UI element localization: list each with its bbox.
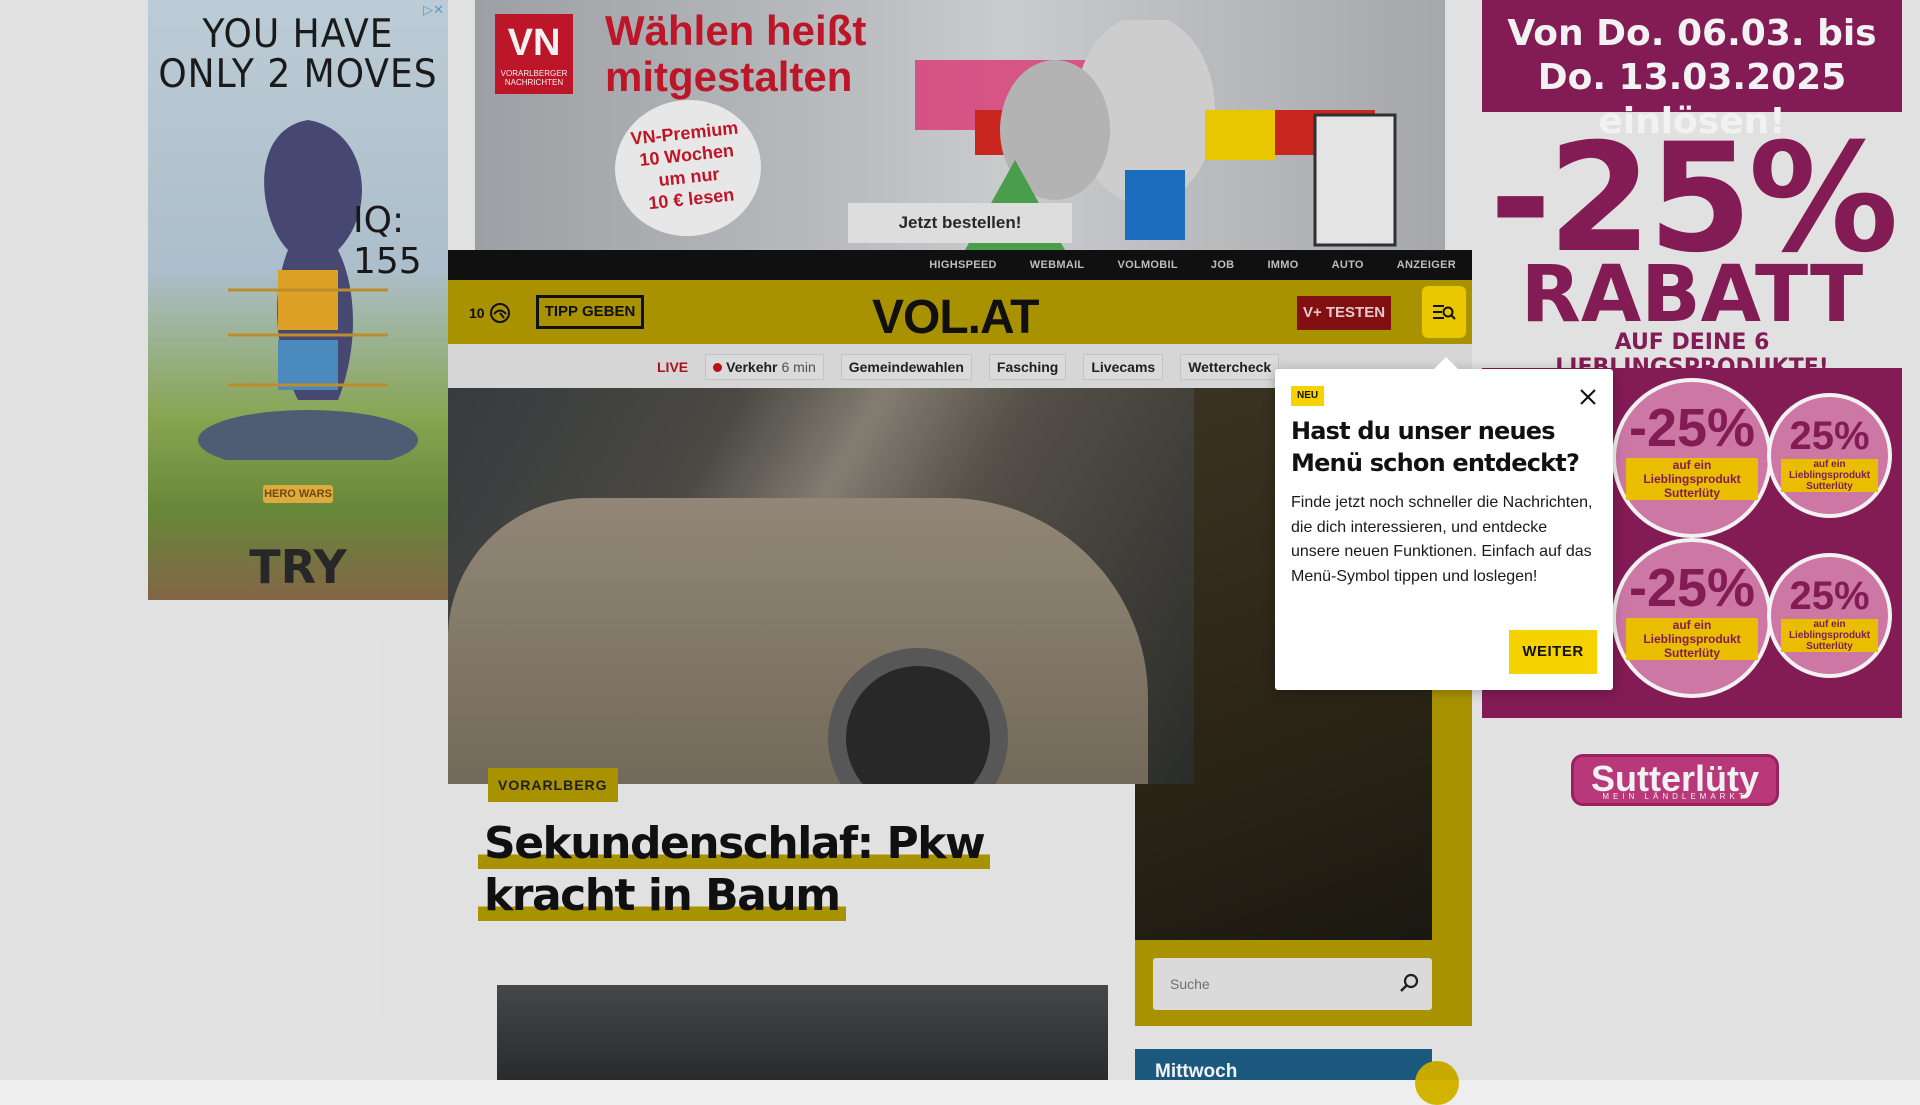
popup-body: Finde jetzt noch schneller die Nachricht… (1291, 494, 1593, 585)
weiter-button[interactable]: WEITER (1509, 630, 1597, 674)
new-menu-popup: NEU Hast du unser neues Menü schon entde… (1275, 357, 1613, 690)
popup-arrow (1434, 357, 1458, 369)
new-badge: NEU (1291, 386, 1325, 406)
popup-title: Hast du unser neues Menü schon entdeckt? (1291, 417, 1580, 477)
close-icon[interactable] (1578, 387, 1598, 407)
page-dim-overlay (0, 0, 1920, 1080)
